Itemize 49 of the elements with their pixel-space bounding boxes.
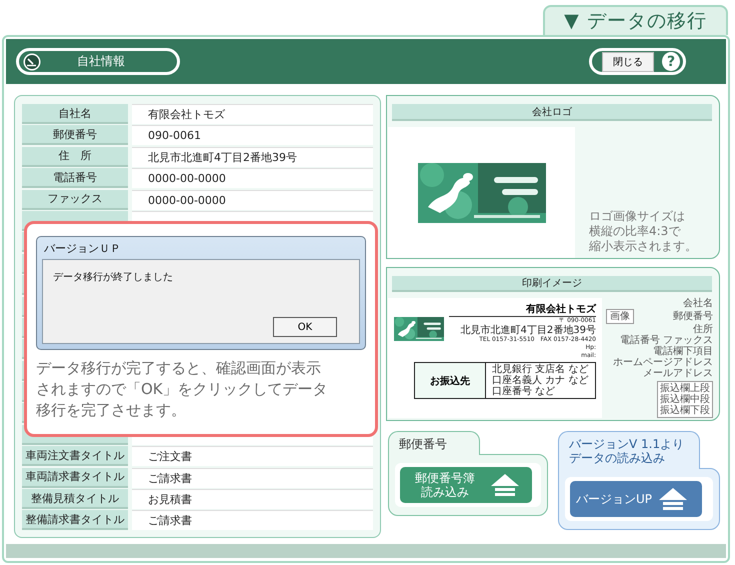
input-field[interactable]: 0000-00-0000 (132, 190, 373, 210)
input-field[interactable]: 0000-00-0000 (132, 168, 373, 188)
transfer-line: 北見銀行 支店名 など (492, 364, 588, 375)
field-label: 整備見積タイトル (22, 489, 128, 510)
legend-transfer-box: 振込欄上段 振込欄中段 振込欄下段 (657, 381, 713, 418)
logo-note: 横縦の比率4:3で (589, 224, 682, 239)
field-label: 整備請求書タイトル (22, 510, 128, 530)
transfer-line: 口座番号 など (492, 386, 556, 397)
field-label: ファックス (22, 190, 128, 210)
legend-label: 会社名 (683, 298, 713, 309)
legend-label: 画像 (606, 309, 634, 324)
callout-text: データ移行が完了すると、確認画面が表示されますので「OK」をクリックしてデータ移行を完了させます。 (36, 358, 329, 421)
field-label: 郵便番号 (22, 125, 128, 146)
transfer-line: 口座名義人 カナ など (492, 375, 588, 386)
input-field[interactable]: ご注文書 (132, 446, 373, 466)
legend-label: メールアドレス (643, 368, 713, 379)
input-field[interactable]: ご請求書 (132, 468, 373, 488)
logo-note: 縮小表示されます。 (589, 239, 697, 254)
company-info-button[interactable]: 自社情報 (16, 48, 180, 75)
input-field[interactable]: 090-0061 (132, 125, 373, 146)
field-label: 車両注文書タイトル (22, 446, 128, 466)
dialog-title: バージョンＵＰ (43, 240, 122, 256)
legend-label: 電話番号 ファックス (620, 335, 713, 346)
legend-label: 住所 (693, 324, 713, 335)
sheet-company: 有限会社トモズ (449, 302, 596, 317)
panel-title: 会社ロゴ (392, 104, 712, 121)
input-field[interactable]: 有限会社トモズ (132, 104, 373, 124)
upload-icon (658, 487, 688, 511)
version-up-button[interactable]: バージョンUP (570, 481, 702, 517)
input-field[interactable]: ご請求書 (132, 510, 373, 530)
pencil-icon (23, 52, 41, 70)
upload-icon (490, 473, 520, 497)
transfer-heading: お振込先 (415, 363, 486, 398)
dialog-message: データ移行が終了しました (53, 271, 173, 284)
close-button[interactable]: 閉じる (602, 52, 654, 72)
legend-label: 電話欄下項目 (653, 346, 713, 357)
help-button[interactable]: ? (662, 52, 680, 71)
field-label: 住 所 (22, 146, 128, 167)
input-field[interactable]: 北見市北進町4丁目2番地39号 (132, 146, 373, 167)
panel-title: 印刷イメージ (392, 276, 712, 292)
sheet-address: 北見市北進町4丁目2番地39号 (460, 325, 596, 336)
legend-label: ホームページアドレス (613, 357, 713, 368)
input-field[interactable]: お見積書 (132, 489, 373, 510)
field-label: 電話番号 (22, 168, 128, 188)
ok-button[interactable]: OK (273, 317, 337, 337)
legend-label: 郵便番号 (673, 311, 713, 322)
field-label: 自社名 (22, 104, 128, 124)
logo-note: ロゴ画像サイズは (589, 209, 686, 224)
field-label: 車両請求書タイトル (22, 468, 128, 488)
